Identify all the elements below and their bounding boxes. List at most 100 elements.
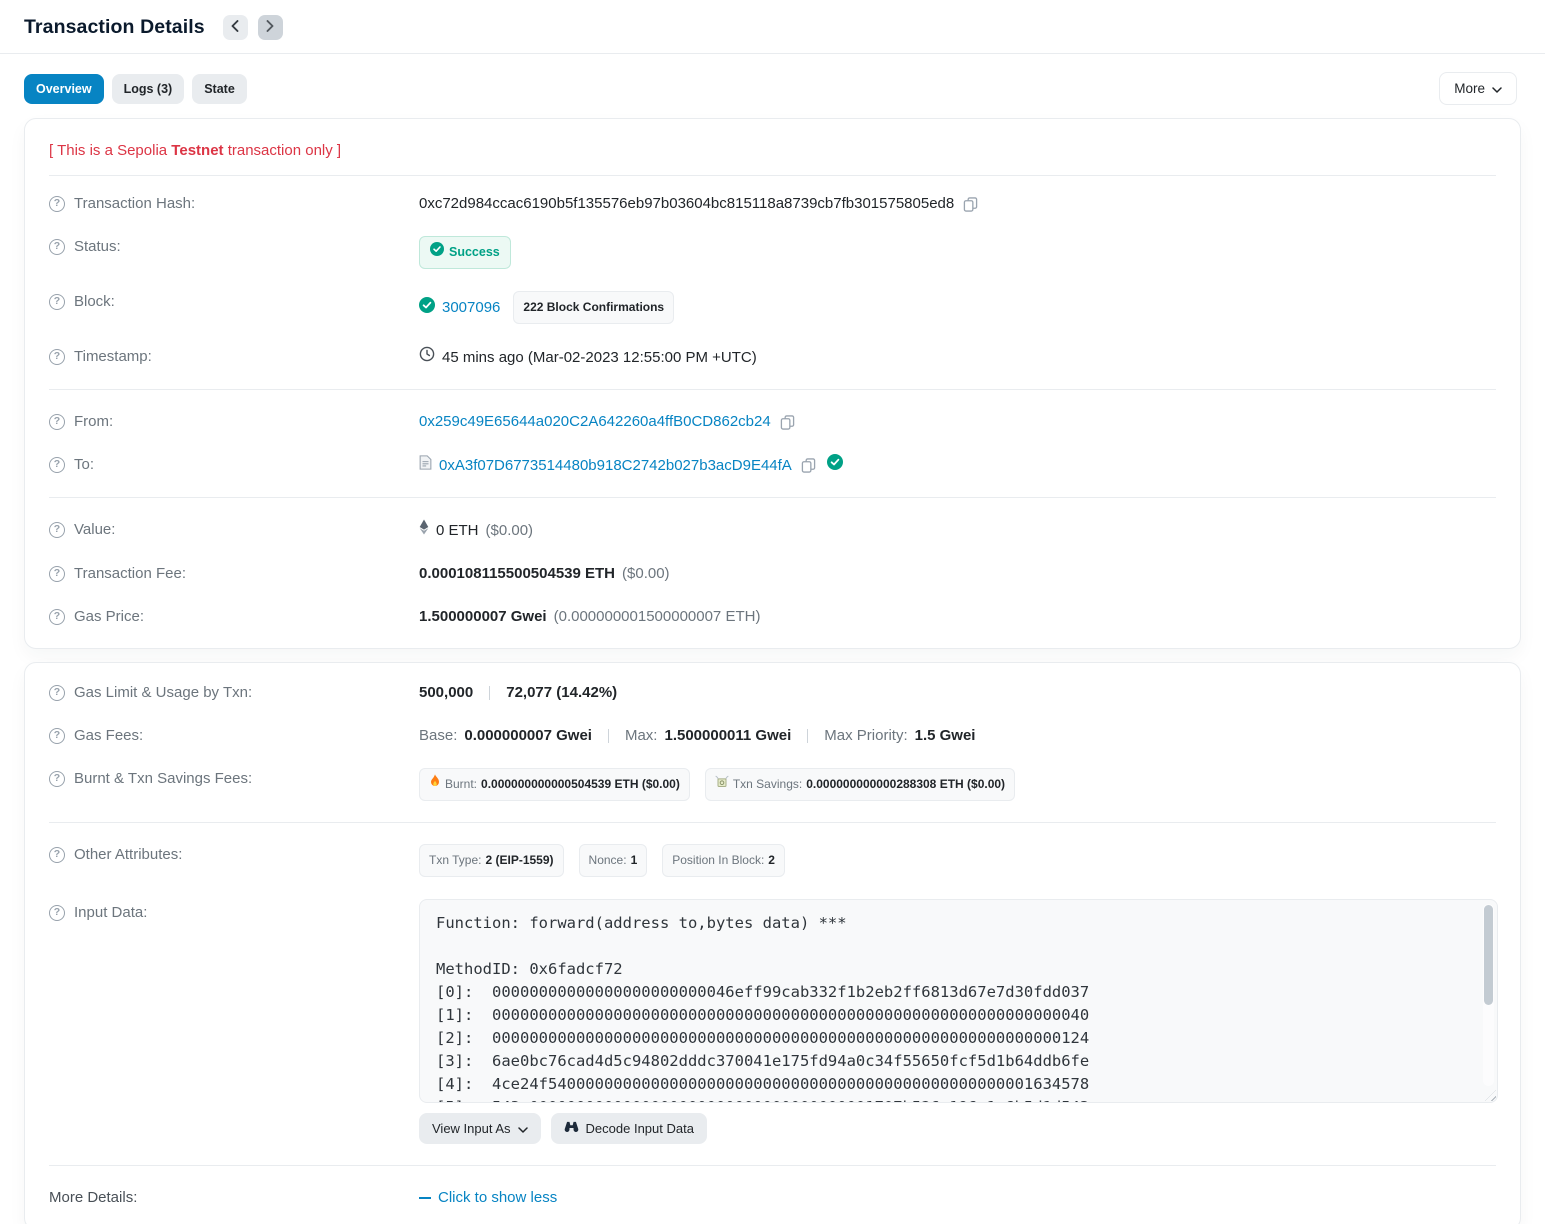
txn-type-badge: Txn Type: 2 (EIP-1559) bbox=[419, 844, 564, 877]
ethereum-icon bbox=[419, 519, 429, 541]
help-icon[interactable]: ? bbox=[49, 414, 65, 430]
check-circle-icon bbox=[430, 242, 444, 263]
burnt-label: Burnt: bbox=[445, 774, 477, 795]
fee-amount: 0.000108115500504539 ETH bbox=[419, 563, 615, 584]
burnt-badge: Burnt: 0.000000000000504539 ETH ($0.00) bbox=[419, 768, 690, 801]
help-icon[interactable]: ? bbox=[49, 771, 65, 787]
row-more-details: More Details: Click to show less bbox=[49, 1176, 1496, 1219]
input-data-line: MethodID: 0x6fadcf72 bbox=[436, 958, 1469, 981]
help-icon[interactable]: ? bbox=[49, 294, 65, 310]
value-usd: ($0.00) bbox=[486, 520, 534, 541]
row-label: Gas Price: bbox=[74, 606, 144, 627]
help-icon[interactable]: ? bbox=[49, 728, 65, 744]
help-icon[interactable]: ? bbox=[49, 685, 65, 701]
row-value: ?Value: 0 ETH ($0.00) bbox=[49, 508, 1496, 552]
resize-handle[interactable] bbox=[1485, 1090, 1496, 1101]
tab-state[interactable]: State bbox=[192, 74, 247, 104]
input-data-line: [1]: 00000000000000000000000000000000000… bbox=[436, 1004, 1469, 1027]
base-fee-label: Base: bbox=[419, 725, 457, 746]
verified-check-icon bbox=[827, 454, 843, 476]
input-data-textarea[interactable]: Function: forward(address to,bytes data)… bbox=[419, 899, 1498, 1103]
help-icon[interactable]: ? bbox=[49, 566, 65, 582]
block-number-link[interactable]: 3007096 bbox=[442, 297, 500, 318]
help-icon[interactable]: ? bbox=[49, 349, 65, 365]
help-icon[interactable]: ? bbox=[49, 239, 65, 255]
show-less-link[interactable]: Click to show less bbox=[419, 1187, 557, 1208]
input-data-line: [0]: 00000000000000000000000046eff99cab3… bbox=[436, 981, 1469, 1004]
copy-icon[interactable] bbox=[801, 457, 816, 473]
row-gas-fees: ?Gas Fees: Base: 0.000000007 Gwei Max: 1… bbox=[49, 714, 1496, 757]
row-timestamp: ?Timestamp: 45 mins ago (Mar-02-2023 12:… bbox=[49, 335, 1496, 379]
clock-icon bbox=[419, 346, 435, 368]
row-transaction-hash: ? Transaction Hash: 0xc72d984ccac6190b5f1… bbox=[49, 182, 1496, 225]
nonce-label: Nonce: bbox=[589, 850, 627, 871]
row-label: More Details: bbox=[49, 1187, 137, 1208]
help-icon[interactable]: ? bbox=[49, 847, 65, 863]
to-address-link[interactable]: 0xA3f07D6773514480b918C2742b027b3acD9E44… bbox=[439, 455, 792, 476]
position-value: 2 bbox=[768, 850, 775, 871]
divider bbox=[49, 497, 1496, 498]
prev-transaction-button[interactable] bbox=[223, 15, 248, 40]
row-label: Input Data: bbox=[74, 902, 147, 923]
txn-savings-label: Txn Savings: bbox=[733, 774, 802, 795]
tab-overview[interactable]: Overview bbox=[24, 74, 104, 104]
max-fee-value: 1.500000011 Gwei bbox=[664, 725, 791, 746]
help-icon[interactable]: ? bbox=[49, 905, 65, 921]
max-priority-value: 1.5 Gwei bbox=[915, 725, 976, 746]
more-dropdown-button[interactable]: More bbox=[1439, 72, 1517, 105]
input-data-line: [2]: 00000000000000000000000000000000000… bbox=[436, 1027, 1469, 1050]
status-badge: Success bbox=[419, 236, 511, 269]
overview-card: [ This is a Sepolia Testnet transaction … bbox=[24, 118, 1521, 649]
divider bbox=[49, 822, 1496, 823]
tab-logs[interactable]: Logs (3) bbox=[112, 74, 185, 104]
row-transaction-fee: ? Transaction Fee: 0.000108115500504539 E… bbox=[49, 552, 1496, 595]
input-data-line bbox=[436, 935, 1469, 958]
decode-input-data-button[interactable]: Decode Input Data bbox=[551, 1113, 707, 1144]
row-status: ?Status: Success bbox=[49, 225, 1496, 280]
chevron-down-icon bbox=[518, 1121, 528, 1136]
row-gas-price: ?Gas Price: 1.500000007 Gwei (0.00000000… bbox=[49, 595, 1496, 638]
row-label: Gas Limit & Usage by Txn: bbox=[74, 682, 252, 703]
separator bbox=[489, 686, 490, 700]
row-label: Transaction Fee: bbox=[74, 563, 186, 584]
binoculars-icon bbox=[564, 1121, 579, 1136]
row-label: To: bbox=[74, 454, 94, 475]
position-label: Position In Block: bbox=[672, 850, 764, 871]
row-block: ?Block: 3007096 222 Block Confirmations bbox=[49, 280, 1496, 335]
transaction-details-page: Transaction Details Overview Logs (3) St… bbox=[0, 0, 1545, 1224]
copy-icon[interactable] bbox=[780, 414, 795, 430]
row-label: Transaction Hash: bbox=[74, 193, 195, 214]
max-fee-label: Max: bbox=[625, 725, 658, 746]
tab-bar: Overview Logs (3) State More bbox=[0, 74, 1545, 104]
scrollbar-thumb[interactable] bbox=[1484, 905, 1493, 1005]
transaction-hash-value: 0xc72d984ccac6190b5f135576eb97b03604bc81… bbox=[419, 193, 954, 214]
help-icon[interactable]: ? bbox=[49, 609, 65, 625]
row-label: Other Attributes: bbox=[74, 844, 182, 865]
chevron-down-icon bbox=[1492, 81, 1502, 96]
separator bbox=[608, 729, 609, 743]
help-icon[interactable]: ? bbox=[49, 522, 65, 538]
more-label: More bbox=[1454, 81, 1485, 96]
view-input-as-button[interactable]: View Input As bbox=[419, 1113, 541, 1144]
fee-usd: ($0.00) bbox=[622, 563, 670, 584]
row-from: ?From: 0x259c49E65644a020C2A642260a4ffB0… bbox=[49, 400, 1496, 443]
row-label: Timestamp: bbox=[74, 346, 152, 367]
notice-pre: [ This is a Sepolia bbox=[49, 142, 171, 159]
max-priority-label: Max Priority: bbox=[824, 725, 907, 746]
notice-bold: Testnet bbox=[171, 142, 223, 159]
decode-input-data-label: Decode Input Data bbox=[586, 1121, 694, 1136]
row-other-attributes: ? Other Attributes: Txn Type: 2 (EIP-1559… bbox=[49, 833, 1496, 888]
help-icon[interactable]: ? bbox=[49, 457, 65, 473]
notice-post: transaction only ] bbox=[224, 142, 342, 159]
page-title: Transaction Details bbox=[24, 16, 205, 39]
help-icon[interactable]: ? bbox=[49, 196, 65, 212]
details-card: ?Gas Limit & Usage by Txn: 500,000 72,07… bbox=[24, 662, 1521, 1224]
next-transaction-button[interactable] bbox=[258, 15, 283, 40]
testnet-notice: [ This is a Sepolia Testnet transaction … bbox=[49, 127, 1496, 176]
copy-icon[interactable] bbox=[963, 196, 978, 212]
value-amount: 0 ETH bbox=[436, 520, 479, 541]
flame-icon bbox=[429, 774, 441, 795]
block-confirmations-badge: 222 Block Confirmations bbox=[513, 291, 674, 324]
from-address-link[interactable]: 0x259c49E65644a020C2A642260a4ffB0CD862cb… bbox=[419, 411, 771, 432]
show-less-text: Click to show less bbox=[438, 1189, 557, 1206]
